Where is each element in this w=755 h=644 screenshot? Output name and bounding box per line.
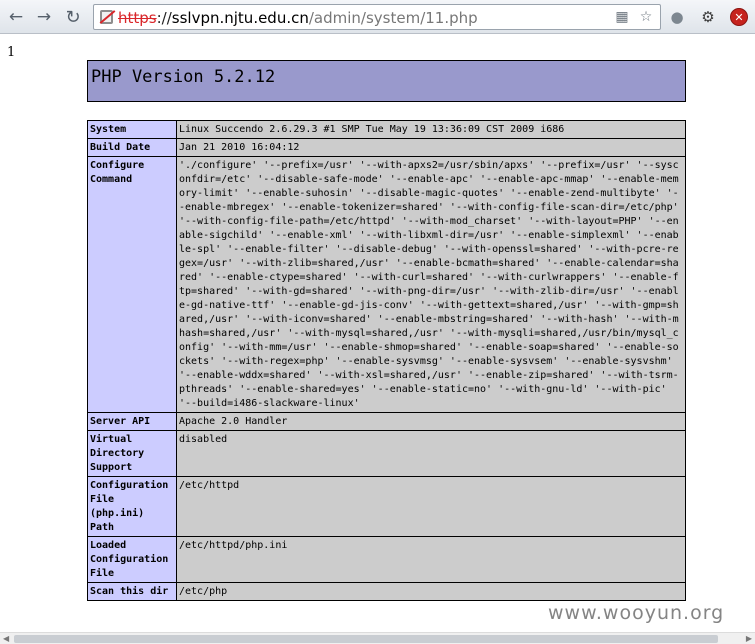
- translate-icon[interactable]: ▦: [612, 7, 632, 27]
- url-text[interactable]: https://sslvpn.njtu.edu.cn/admin/system/…: [118, 8, 478, 28]
- broken-lock-icon[interactable]: [100, 10, 113, 24]
- row-value: Apache 2.0 Handler: [176, 412, 686, 431]
- row-value: Jan 21 2010 16:04:12: [176, 138, 686, 157]
- row-value: /etc/httpd/php.ini: [176, 536, 686, 583]
- row-value: disabled: [176, 430, 686, 477]
- watermark: www.wooyun.org: [548, 602, 725, 624]
- table-row: Scan this dir/etc/php: [87, 582, 686, 601]
- horizontal-scrollbar[interactable]: ◀ ▶: [0, 632, 755, 644]
- tool-icon[interactable]: ⚙: [697, 6, 719, 28]
- address-bar[interactable]: https://sslvpn.njtu.edu.cn/admin/system/…: [93, 4, 661, 30]
- php-version-header: PHP Version 5.2.12: [87, 60, 686, 102]
- browser-toolbar: ← → ↻ https://sslvpn.njtu.edu.cn/admin/s…: [0, 0, 755, 34]
- row-label: Virtual Directory Support: [87, 430, 177, 477]
- globe-icon[interactable]: ●: [666, 6, 688, 28]
- phpinfo-table: System Linux Succendo 2.6.29.3 #1 SMP Tue…: [87, 120, 686, 601]
- scroll-left-icon[interactable]: ◀: [3, 633, 9, 644]
- url-path: /admin/system/11.php: [308, 9, 478, 27]
- url-protocol: https: [118, 9, 157, 27]
- table-row: Configure Command './configure' '--prefix…: [87, 156, 686, 413]
- row-value: /etc/php: [176, 582, 686, 601]
- table-row: System Linux Succendo 2.6.29.3 #1 SMP Tue…: [87, 120, 686, 139]
- row-label: System: [87, 120, 177, 139]
- scrollbar-thumb[interactable]: [14, 635, 718, 643]
- row-label: Configure Command: [87, 156, 177, 413]
- table-row: Configuration File (php.ini) Path/etc/ht…: [87, 476, 686, 537]
- forward-arrow-icon[interactable]: →: [33, 6, 55, 28]
- table-row: Build Date Jan 21 2010 16:04:12: [87, 138, 686, 157]
- row-label: Server API: [87, 412, 177, 431]
- stop-icon[interactable]: ✕: [728, 6, 750, 28]
- scroll-right-icon[interactable]: ▶: [746, 633, 752, 644]
- url-separator: ://: [156, 9, 172, 27]
- page-content: 1 PHP Version 5.2.12 System Linux Succend…: [0, 35, 755, 632]
- table-row: Virtual Directory Support disabled: [87, 430, 686, 477]
- url-host: sslvpn.njtu.edu.cn: [171, 9, 309, 27]
- row-label: Build Date: [87, 138, 177, 157]
- row-value: Linux Succendo 2.6.29.3 #1 SMP Tue May 1…: [176, 120, 686, 139]
- row-label: Scan this dir: [87, 582, 177, 601]
- row-label: Loaded Configuration File: [87, 536, 177, 583]
- echo-output: 1: [7, 45, 16, 60]
- row-value: /etc/httpd: [176, 476, 686, 537]
- php-version-title: PHP Version 5.2.12: [91, 67, 276, 87]
- star-icon[interactable]: ☆: [636, 7, 656, 27]
- row-value: './configure' '--prefix=/usr' '--with-ap…: [176, 156, 686, 413]
- row-label: Configuration File (php.ini) Path: [87, 476, 177, 537]
- back-arrow-icon[interactable]: ←: [5, 6, 27, 28]
- reload-icon[interactable]: ↻: [62, 6, 84, 28]
- table-row: Loaded Configuration File/etc/httpd/php.…: [87, 536, 686, 583]
- table-row: Server API Apache 2.0 Handler: [87, 412, 686, 431]
